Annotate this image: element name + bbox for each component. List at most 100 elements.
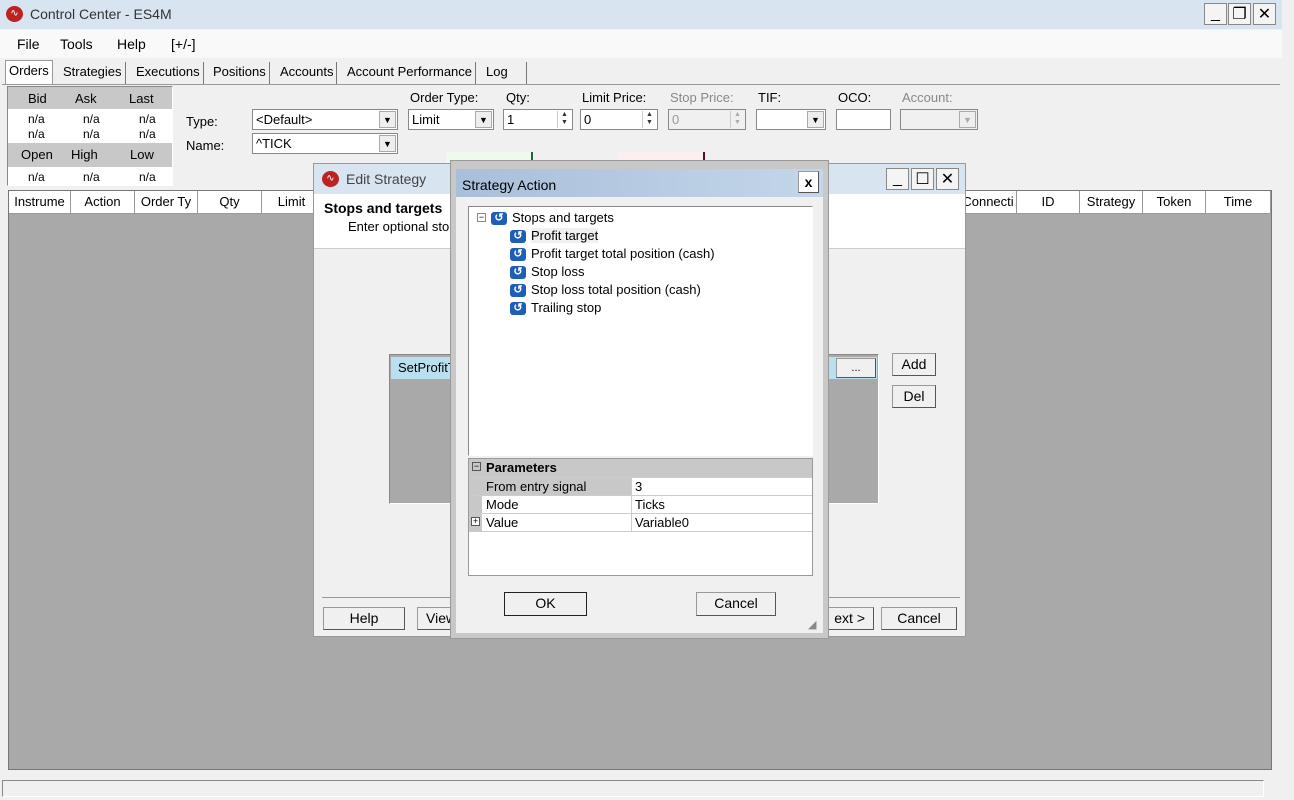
stop-price-label: Stop Price: — [670, 90, 734, 105]
limit-price-stepper[interactable]: 0 ▲ ▼ — [580, 109, 658, 130]
tif-dropdown[interactable]: ▼ — [756, 109, 826, 130]
tab-account-performance[interactable]: Account Performance — [344, 62, 477, 84]
close-button[interactable]: ✕ — [936, 168, 959, 190]
tab-orders[interactable]: Orders — [5, 60, 53, 85]
tab-executions[interactable]: Executions — [133, 62, 204, 84]
action-icon: ↺ — [491, 212, 507, 226]
minimize-button[interactable]: _ — [886, 168, 909, 190]
tree-item-profit-target-cash[interactable]: ↺ Profit target total position (cash) — [510, 246, 715, 262]
resize-grip-icon[interactable]: ◢ — [808, 618, 816, 631]
menu-file[interactable]: File — [17, 36, 40, 52]
limit-price-label: Limit Price: — [582, 90, 647, 105]
parameters-title: Parameters — [486, 460, 557, 475]
menu-help[interactable]: Help — [117, 36, 146, 52]
param-row[interactable]: + Value Variable0 — [469, 514, 812, 532]
action-icon: ↺ — [510, 302, 526, 316]
page-subheading: Enter optional sto — [348, 219, 450, 234]
cancel-button[interactable]: Cancel — [696, 592, 776, 616]
param-value[interactable]: Ticks — [635, 497, 665, 512]
del-button[interactable]: Del — [892, 385, 936, 408]
menu-toggle[interactable]: [+/-] — [171, 36, 196, 52]
tab-strip: Orders Strategies Executions Positions A… — [0, 58, 1280, 85]
menu-tools[interactable]: Tools — [60, 36, 93, 52]
add-button[interactable]: Add — [892, 353, 936, 376]
ellipsis-button[interactable]: ... — [836, 358, 876, 378]
action-icon: ↺ — [510, 248, 526, 262]
app-logo-icon: ∿ — [6, 6, 23, 22]
cancel-button[interactable]: Cancel — [881, 607, 957, 630]
high-value: n/a — [83, 170, 100, 184]
param-row[interactable]: From entry signal 3 — [469, 478, 812, 496]
tree-item-profit-target[interactable]: ↺ Profit target — [510, 228, 599, 244]
column-id[interactable]: ID — [1017, 191, 1080, 214]
order-type-dropdown[interactable]: Limit ▼ — [408, 109, 494, 130]
spin-icon[interactable]: ▲ ▼ — [557, 111, 571, 128]
tree-root[interactable]: ↺ Stops and targets — [491, 210, 614, 226]
tree-item-stop-loss-cash[interactable]: ↺ Stop loss total position (cash) — [510, 282, 701, 298]
param-value[interactable]: Variable0 — [635, 515, 689, 530]
param-name: From entry signal — [486, 479, 587, 494]
help-button[interactable]: Help — [323, 607, 405, 630]
low-header: Low — [130, 147, 154, 162]
oco-label: OCO: — [838, 90, 872, 105]
ask-value: n/a — [83, 112, 100, 126]
spin-icon: ▲ ▼ — [730, 111, 744, 128]
chevron-down-icon: ▼ — [959, 111, 976, 128]
column-token[interactable]: Token — [1143, 191, 1206, 214]
qty-value: 1 — [507, 112, 515, 127]
column-action[interactable]: Action — [71, 191, 135, 214]
tree-item-stop-loss[interactable]: ↺ Stop loss — [510, 264, 584, 280]
type-dropdown[interactable]: <Default> ▼ — [252, 109, 398, 130]
param-value[interactable]: 3 — [635, 479, 642, 494]
type-value: <Default> — [256, 112, 313, 127]
tree-item-label: Profit target — [531, 228, 599, 243]
grid-row-label: SetProfitT — [398, 360, 456, 375]
name-dropdown[interactable]: ^TICK ▼ — [252, 133, 398, 154]
column-order-type[interactable]: Order Ty — [135, 191, 198, 214]
close-button[interactable]: ✕ — [1253, 3, 1276, 25]
action-tree: − ↺ Stops and targets ↺ Profit target ↺ Pro… — [468, 206, 813, 456]
action-icon: ↺ — [510, 230, 526, 244]
column-connection[interactable]: Connecti — [960, 191, 1017, 214]
tab-strategies[interactable]: Strategies — [60, 62, 126, 84]
param-name: Mode — [486, 497, 519, 512]
chevron-down-icon: ▼ — [807, 111, 824, 128]
close-button[interactable]: x — [798, 171, 819, 193]
collapse-icon[interactable]: − — [472, 462, 481, 471]
ok-button[interactable]: OK — [504, 592, 587, 616]
chevron-down-icon: ▼ — [379, 135, 396, 152]
order-type-label: Order Type: — [410, 90, 479, 105]
qty-stepper[interactable]: 1 ▲ ▼ — [503, 109, 573, 130]
parameters-header[interactable]: − Parameters — [469, 459, 812, 478]
open-header: Open — [21, 147, 53, 162]
column-qty[interactable]: Qty — [198, 191, 262, 214]
expand-icon[interactable]: + — [471, 517, 480, 526]
column-time[interactable]: Time — [1206, 191, 1271, 214]
tab-log[interactable]: Log — [483, 62, 527, 84]
bid-value: n/a — [28, 127, 45, 141]
minimize-button[interactable]: _ — [1204, 3, 1227, 25]
column-strategy[interactable]: Strategy — [1080, 191, 1143, 214]
restore-button[interactable]: ❐ — [1228, 3, 1251, 25]
tab-accounts[interactable]: Accounts — [277, 62, 338, 84]
param-row[interactable]: Mode Ticks — [469, 496, 812, 514]
collapse-icon[interactable]: − — [477, 213, 486, 222]
spin-icon[interactable]: ▲ ▼ — [642, 111, 656, 128]
chevron-down-icon: ▼ — [379, 111, 396, 128]
tree-item-trailing-stop[interactable]: ↺ Trailing stop — [510, 300, 601, 316]
oco-input[interactable] — [836, 109, 891, 130]
open-value: n/a — [28, 170, 45, 184]
action-icon: ↺ — [510, 284, 526, 298]
account-label: Account: — [902, 90, 953, 105]
edit-strategy-title: Edit Strategy — [346, 171, 427, 187]
name-label: Name: — [186, 138, 225, 153]
ask-header: Ask — [75, 91, 97, 106]
param-name: Value — [486, 515, 519, 530]
high-header: High — [71, 147, 98, 162]
maximize-button[interactable]: ☐ — [911, 168, 934, 190]
order-type-value: Limit — [412, 112, 440, 127]
column-instrument[interactable]: Instrume — [9, 191, 71, 214]
tab-positions[interactable]: Positions — [210, 62, 270, 84]
app-logo-icon: ∿ — [322, 171, 339, 187]
menu-bar: File Tools Help [+/-] — [0, 30, 1282, 58]
